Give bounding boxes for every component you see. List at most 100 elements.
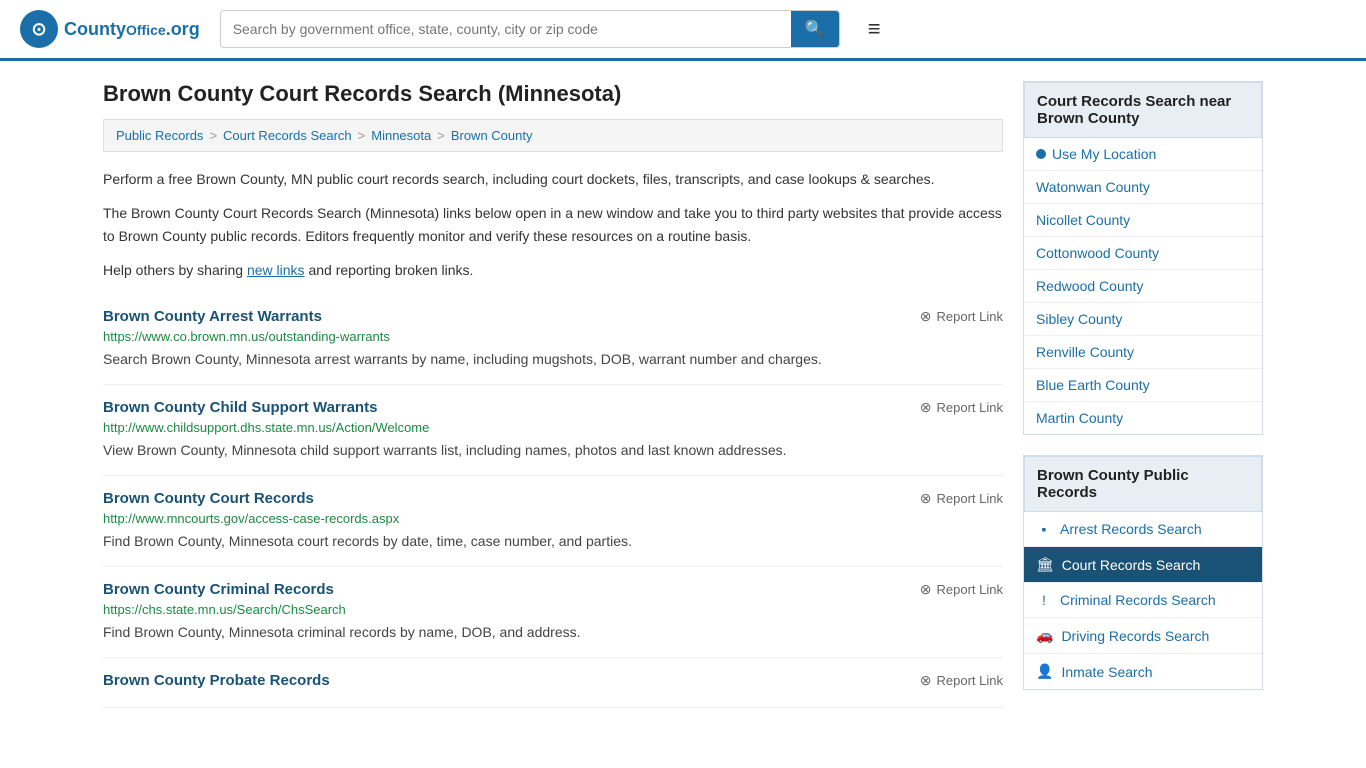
content-area: Brown County Court Records Search (Minne… — [103, 81, 1003, 710]
logo-link[interactable]: ⊙ CountyOffice.org — [20, 10, 200, 48]
description-para2: The Brown County Court Records Search (M… — [103, 202, 1003, 247]
logo-org: Office — [126, 22, 166, 38]
nearby-county-link-6[interactable]: Blue Earth County — [1024, 369, 1262, 401]
record-desc-0: Search Brown County, Minnesota arrest wa… — [103, 349, 1003, 370]
nearby-county-link-5[interactable]: Renville County — [1024, 336, 1262, 368]
public-records-link-0[interactable]: ▪ Arrest Records Search — [1024, 512, 1262, 546]
nearby-county-link-3[interactable]: Redwood County — [1024, 270, 1262, 302]
public-records-item: 🚗 Driving Records Search — [1024, 618, 1262, 654]
record-title-4[interactable]: Brown County Probate Records — [103, 672, 330, 689]
record-item: Brown County Arrest Warrants ⊗ Report Li… — [103, 294, 1003, 385]
nearby-county-link-0[interactable]: Watonwan County — [1024, 171, 1262, 203]
public-records-item: 🏛 Court Records Search — [1024, 547, 1262, 583]
logo-text: CountyOffice.org — [64, 19, 200, 40]
menu-button[interactable]: ≡ — [860, 12, 889, 46]
report-link-btn-3[interactable]: ⊗ Report Link — [920, 581, 1003, 598]
nearby-county-item: Blue Earth County — [1024, 369, 1262, 402]
record-title-1[interactable]: Brown County Child Support Warrants — [103, 399, 377, 416]
search-input[interactable] — [221, 13, 791, 45]
public-records-link-2[interactable]: ! Criminal Records Search — [1024, 583, 1262, 617]
nearby-counties-list: Watonwan CountyNicollet CountyCottonwood… — [1024, 171, 1262, 434]
search-icon: 🔍 — [805, 21, 825, 38]
public-records-link-3[interactable]: 🚗 Driving Records Search — [1024, 618, 1262, 653]
nearby-county-link-2[interactable]: Cottonwood County — [1024, 237, 1262, 269]
breadcrumb: Public Records > Court Records Search > … — [103, 119, 1003, 152]
record-type-icon: 👤 — [1036, 663, 1053, 680]
nearby-county-item: Sibley County — [1024, 303, 1262, 336]
nearby-county-item: Watonwan County — [1024, 171, 1262, 204]
sidebar: Court Records Search near Brown County U… — [1023, 81, 1263, 710]
search-button[interactable]: 🔍 — [791, 11, 839, 47]
record-desc-3: Find Brown County, Minnesota criminal re… — [103, 622, 1003, 643]
record-desc-1: View Brown County, Minnesota child suppo… — [103, 440, 1003, 461]
record-title-2[interactable]: Brown County Court Records — [103, 490, 314, 507]
report-icon: ⊗ — [920, 308, 932, 325]
report-link-btn-2[interactable]: ⊗ Report Link — [920, 490, 1003, 507]
nearby-county-link-7[interactable]: Martin County — [1024, 402, 1262, 434]
record-item-header: Brown County Probate Records ⊗ Report Li… — [103, 672, 1003, 689]
report-icon: ⊗ — [920, 399, 932, 416]
hamburger-icon: ≡ — [868, 16, 881, 41]
record-url-3: https://chs.state.mn.us/Search/ChsSearch — [103, 602, 1003, 617]
record-item-header: Brown County Arrest Warrants ⊗ Report Li… — [103, 308, 1003, 325]
breadcrumb-sep-1: > — [209, 128, 217, 143]
report-link-btn-1[interactable]: ⊗ Report Link — [920, 399, 1003, 416]
breadcrumb-public-records[interactable]: Public Records — [116, 128, 203, 143]
record-desc-2: Find Brown County, Minnesota court recor… — [103, 531, 1003, 552]
nearby-county-link-1[interactable]: Nicollet County — [1024, 204, 1262, 236]
record-title-0[interactable]: Brown County Arrest Warrants — [103, 308, 322, 325]
search-bar: 🔍 — [220, 10, 840, 48]
record-url-0: https://www.co.brown.mn.us/outstanding-w… — [103, 329, 1003, 344]
public-records-title: Brown County Public Records — [1024, 456, 1262, 512]
location-icon — [1036, 149, 1046, 159]
breadcrumb-court-records[interactable]: Court Records Search — [223, 128, 352, 143]
record-url-2: http://www.mncourts.gov/access-case-reco… — [103, 511, 1003, 526]
record-item: Brown County Criminal Records ⊗ Report L… — [103, 567, 1003, 658]
new-links-link[interactable]: new links — [247, 262, 305, 278]
nearby-county-item: Cottonwood County — [1024, 237, 1262, 270]
nearby-county-item: Martin County — [1024, 402, 1262, 434]
public-records-link-4[interactable]: 👤 Inmate Search — [1024, 654, 1262, 689]
public-records-item: 👤 Inmate Search — [1024, 654, 1262, 689]
description-para1: Perform a free Brown County, MN public c… — [103, 168, 1003, 190]
record-item-header: Brown County Court Records ⊗ Report Link — [103, 490, 1003, 507]
report-icon: ⊗ — [920, 490, 932, 507]
record-item-header: Brown County Child Support Warrants ⊗ Re… — [103, 399, 1003, 416]
nearby-county-link-4[interactable]: Sibley County — [1024, 303, 1262, 335]
breadcrumb-minnesota[interactable]: Minnesota — [371, 128, 431, 143]
report-link-btn-0[interactable]: ⊗ Report Link — [920, 308, 1003, 325]
main-container: Brown County Court Records Search (Minne… — [83, 61, 1283, 730]
site-header: ⊙ CountyOffice.org 🔍 ≡ — [0, 0, 1366, 61]
record-item: Brown County Probate Records ⊗ Report Li… — [103, 658, 1003, 708]
record-item: Brown County Court Records ⊗ Report Link… — [103, 476, 1003, 567]
record-type-icon: 🏛 — [1036, 556, 1054, 573]
public-records-item: ▪ Arrest Records Search — [1024, 512, 1262, 547]
record-type-icon: ! — [1036, 592, 1052, 608]
nearby-title: Court Records Search near Brown County — [1024, 82, 1262, 138]
description-para3: Help others by sharing new links and rep… — [103, 259, 1003, 281]
record-item-header: Brown County Criminal Records ⊗ Report L… — [103, 581, 1003, 598]
breadcrumb-sep-3: > — [437, 128, 445, 143]
public-records-link-1[interactable]: 🏛 Court Records Search — [1024, 547, 1262, 582]
records-list: Brown County Arrest Warrants ⊗ Report Li… — [103, 294, 1003, 708]
use-location-btn[interactable]: Use My Location — [1024, 138, 1262, 171]
record-url-1: http://www.childsupport.dhs.state.mn.us/… — [103, 420, 1003, 435]
nearby-section: Court Records Search near Brown County U… — [1023, 81, 1263, 435]
nearby-county-item: Renville County — [1024, 336, 1262, 369]
report-link-btn-4[interactable]: ⊗ Report Link — [920, 672, 1003, 689]
page-title: Brown County Court Records Search (Minne… — [103, 81, 1003, 107]
record-type-icon: 🚗 — [1036, 627, 1053, 644]
record-type-icon: ▪ — [1036, 521, 1052, 537]
logo-icon: ⊙ — [20, 10, 58, 48]
record-title-3[interactable]: Brown County Criminal Records — [103, 581, 334, 598]
public-records-item: ! Criminal Records Search — [1024, 583, 1262, 618]
public-records-list: ▪ Arrest Records Search 🏛 Court Records … — [1024, 512, 1262, 689]
nearby-county-item: Redwood County — [1024, 270, 1262, 303]
breadcrumb-sep-2: > — [358, 128, 366, 143]
breadcrumb-brown-county[interactable]: Brown County — [451, 128, 533, 143]
report-icon: ⊗ — [920, 672, 932, 689]
record-item: Brown County Child Support Warrants ⊗ Re… — [103, 385, 1003, 476]
nearby-county-item: Nicollet County — [1024, 204, 1262, 237]
report-icon: ⊗ — [920, 581, 932, 598]
public-records-section: Brown County Public Records ▪ Arrest Rec… — [1023, 455, 1263, 690]
